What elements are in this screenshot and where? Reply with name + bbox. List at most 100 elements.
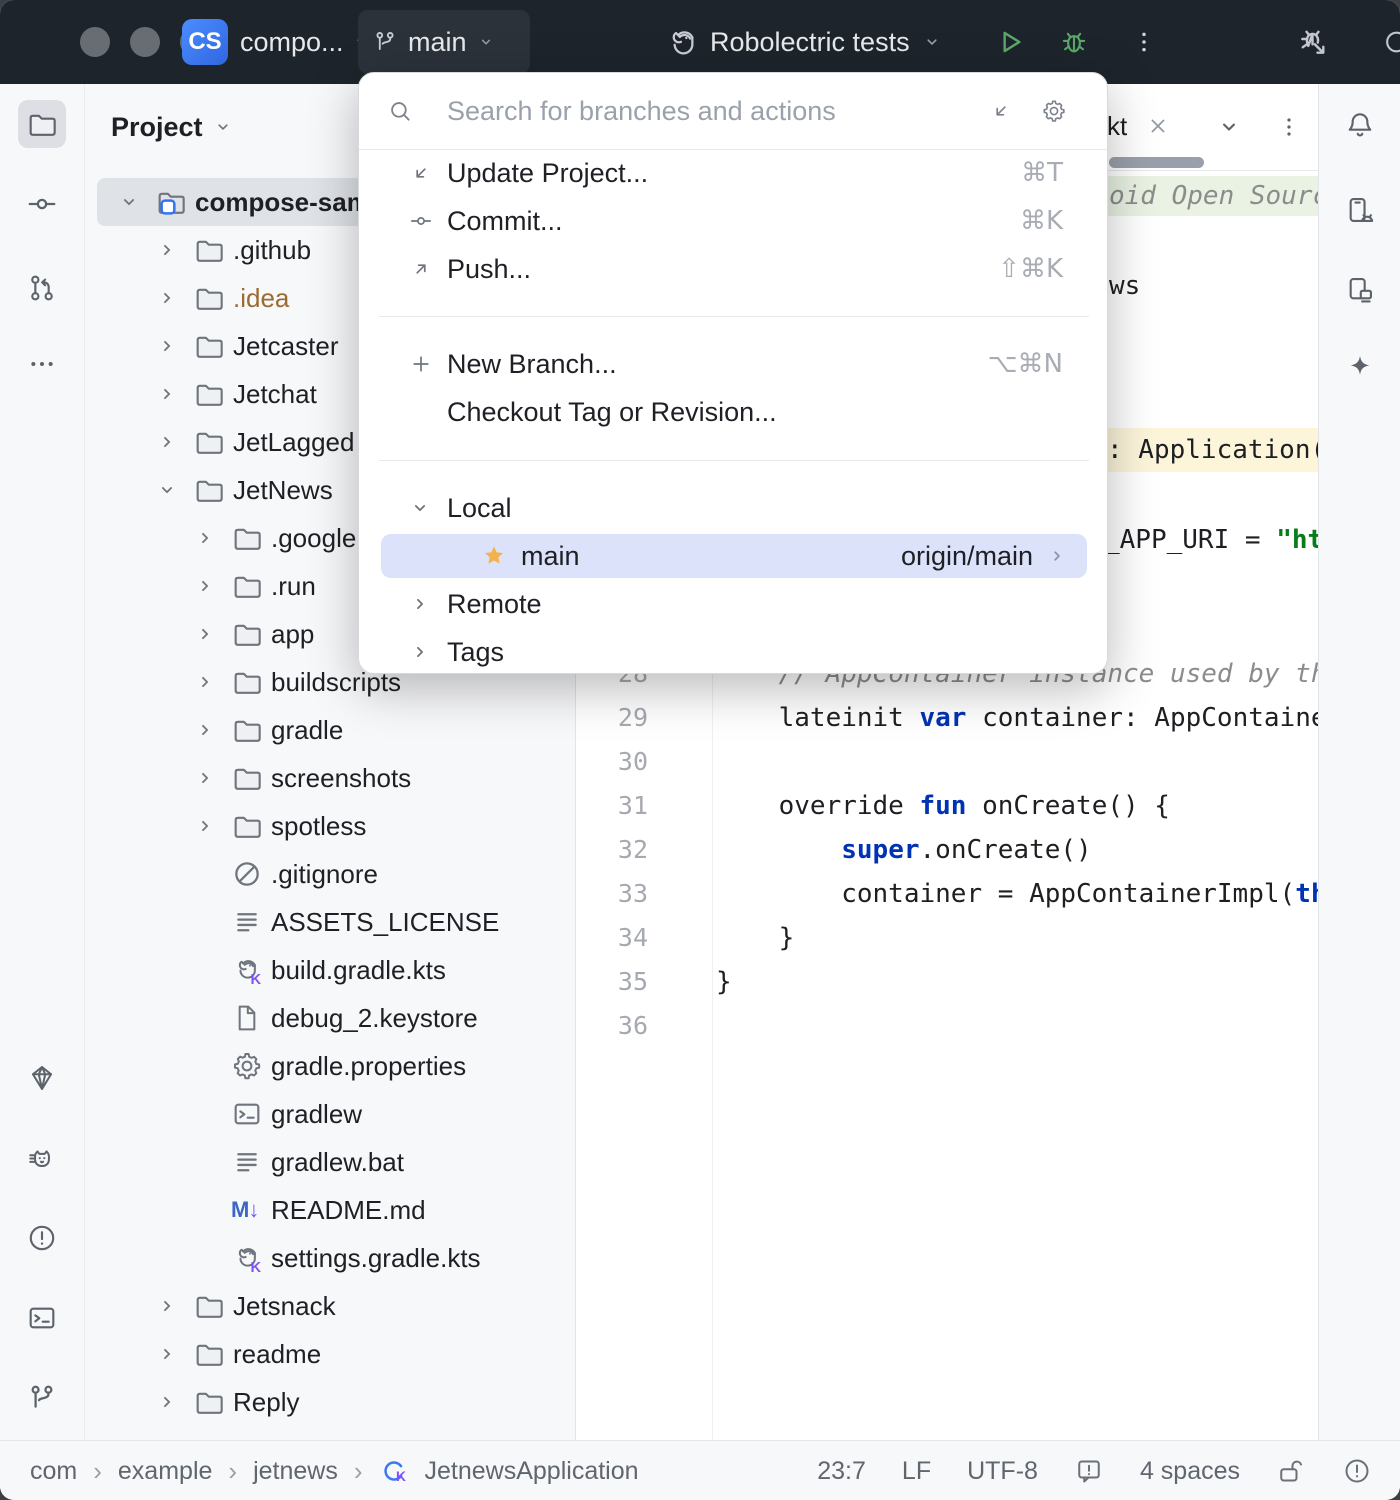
chevron-right-icon[interactable] — [194, 575, 216, 597]
breadcrumb-item[interactable]: example — [118, 1457, 213, 1486]
code-line-30[interactable]: 30 — [576, 740, 1318, 784]
tree-item-label: screenshots — [271, 763, 411, 794]
indent-style[interactable]: 4 spaces — [1140, 1457, 1240, 1486]
tree-item-build.gradle.kts[interactable]: Kbuild.gradle.kts — [85, 946, 575, 994]
code-line-36[interactable]: 36 — [576, 1004, 1318, 1048]
branch-group-remote[interactable]: Remote — [359, 580, 1107, 628]
tool-strip-button-sparkle[interactable] — [1336, 344, 1384, 392]
chevron-right-icon[interactable] — [194, 671, 216, 693]
close-icon[interactable] — [1146, 114, 1170, 138]
code-line-31[interactable]: 31 override fun onCreate() { — [576, 784, 1318, 828]
tree-item-spotless[interactable]: spotless — [85, 802, 575, 850]
menu-item-commit[interactable]: Commit...⌘K — [359, 197, 1107, 245]
more-actions-icon[interactable] — [1130, 28, 1158, 56]
line-separator[interactable]: LF — [902, 1457, 931, 1486]
tool-strip-button-layout-inspector[interactable] — [1336, 266, 1384, 314]
search-input[interactable]: Search for branches and actions — [447, 73, 836, 149]
chevron-right-icon[interactable] — [156, 239, 178, 261]
debug-button[interactable] — [1058, 26, 1090, 58]
tree-item-gradlew.bat[interactable]: gradlew.bat — [85, 1138, 575, 1186]
breadcrumb-item[interactable]: com — [30, 1457, 77, 1486]
editor-options-icon[interactable] — [1276, 114, 1302, 140]
chevron-down-icon[interactable] — [156, 479, 178, 501]
close-window-button[interactable] — [80, 27, 110, 57]
tool-strip-button-commit[interactable] — [18, 180, 66, 228]
file-encoding[interactable]: UTF-8 — [967, 1457, 1038, 1486]
menu-item-update-project[interactable]: Update Project...⌘T — [359, 149, 1107, 197]
tree-item-gradlew[interactable]: gradlew — [85, 1090, 575, 1138]
tool-strip-button-pull-request[interactable] — [18, 264, 66, 312]
code-line-35[interactable]: 35} — [576, 960, 1318, 1004]
tree-item-gradle[interactable]: gradle — [85, 706, 575, 754]
error-indicator-icon[interactable] — [1342, 1456, 1372, 1486]
chevron-right-icon[interactable] — [156, 1343, 178, 1365]
tree-item-settings.gradle.kts[interactable]: Ksettings.gradle.kts — [85, 1234, 575, 1282]
tree-item-ASSETS_LICENSE[interactable]: ASSETS_LICENSE — [85, 898, 575, 946]
minimize-window-button[interactable] — [130, 27, 160, 57]
text-file-icon — [231, 1146, 263, 1178]
tool-strip-button-bell[interactable] — [1336, 101, 1384, 149]
tool-strip-button-speed-cat[interactable] — [18, 1136, 66, 1184]
menu-item-new-branch[interactable]: New Branch...⌥⌘N — [359, 340, 1107, 388]
chevron-right-icon[interactable] — [194, 527, 216, 549]
code-line-29[interactable]: 29 lateinit var container: AppContainer — [576, 696, 1318, 740]
chevron-right-icon[interactable] — [156, 383, 178, 405]
hide-tabs-icon[interactable] — [1216, 114, 1242, 140]
folder-icon — [193, 1386, 225, 1418]
circle-slash-icon — [231, 858, 263, 890]
fetch-icon[interactable] — [989, 99, 1013, 123]
tree-item-Jetsnack[interactable]: Jetsnack — [85, 1282, 575, 1330]
project-widget[interactable]: CS compo... — [182, 10, 372, 74]
chevron-right-icon[interactable] — [194, 815, 216, 837]
run-button[interactable] — [994, 26, 1026, 58]
tool-strip-button-more-dots[interactable] — [18, 340, 66, 388]
tree-item-debug_2.keystore[interactable]: debug_2.keystore — [85, 994, 575, 1042]
chevron-right-icon[interactable] — [156, 1391, 178, 1413]
chevron-right-icon[interactable] — [156, 287, 178, 309]
chevron-right-icon[interactable] — [156, 1295, 178, 1317]
branch-row-main[interactable]: main origin/main — [359, 532, 1107, 580]
vcs-branch-widget[interactable]: main — [358, 10, 530, 74]
gear-icon[interactable] — [1041, 98, 1067, 124]
menu-item-checkout-tag-or-revision[interactable]: Checkout Tag or Revision... — [359, 388, 1107, 436]
code-line-34[interactable]: 34 } — [576, 916, 1318, 960]
tree-item-gradle.properties[interactable]: gradle.properties — [85, 1042, 575, 1090]
tree-item-screenshots[interactable]: screenshots — [85, 754, 575, 802]
menu-item-push[interactable]: Push...⇧⌘K — [359, 245, 1107, 293]
notifications-balloon-icon[interactable] — [1074, 1456, 1104, 1486]
tree-item-readme[interactable]: readme — [85, 1330, 575, 1378]
tool-strip-button-folder[interactable] — [18, 100, 66, 148]
tool-strip-button-device-android[interactable] — [1336, 186, 1384, 234]
caret-position[interactable]: 23:7 — [817, 1457, 866, 1486]
chevron-right-icon[interactable] — [194, 719, 216, 741]
code-line-32[interactable]: 32 super.onCreate() — [576, 828, 1318, 872]
project-badge: CS — [182, 19, 228, 65]
scrollbar-thumb[interactable] — [1109, 157, 1204, 168]
speed-cat-icon — [26, 1144, 58, 1176]
tool-strip-button-git-branch[interactable] — [18, 1374, 66, 1422]
breadcrumb-item[interactable]: JetnewsApplication — [425, 1457, 639, 1486]
tree-item-Reply[interactable]: Reply — [85, 1378, 575, 1426]
breadcrumb-item[interactable]: jetnews — [253, 1457, 338, 1486]
chevron-right-icon[interactable] — [156, 335, 178, 357]
branch-group-tags[interactable]: Tags — [359, 628, 1107, 676]
code-line-33[interactable]: 33 container = AppContainerImpl(this) — [576, 872, 1318, 916]
line-number: 30 — [576, 740, 648, 784]
chevron-right-icon[interactable] — [194, 767, 216, 789]
editor-tab-label[interactable]: kt — [1107, 84, 1127, 168]
branch-group-local[interactable]: Local — [359, 484, 1107, 532]
run-configuration-widget[interactable]: Robolectric tests — [664, 10, 942, 74]
chevron-right-icon[interactable] — [194, 623, 216, 645]
chevron-right-icon[interactable] — [156, 431, 178, 453]
tool-strip-button-terminal[interactable] — [18, 1294, 66, 1342]
search-everywhere-icon[interactable] — [1372, 26, 1400, 58]
chevron-down-icon[interactable] — [118, 191, 140, 213]
lock-open-icon[interactable] — [1276, 1456, 1306, 1486]
tool-strip-button-diamond[interactable] — [18, 1054, 66, 1102]
tree-item-.gitignore[interactable]: .gitignore — [85, 850, 575, 898]
tool-strip-button-problem-circle[interactable] — [18, 1214, 66, 1262]
project-view-selector[interactable]: Project — [111, 103, 233, 151]
tree-item-README.md[interactable]: M↓README.md — [85, 1186, 575, 1234]
attach-debugger-icon[interactable] — [1296, 24, 1332, 60]
folder-icon — [193, 426, 225, 458]
